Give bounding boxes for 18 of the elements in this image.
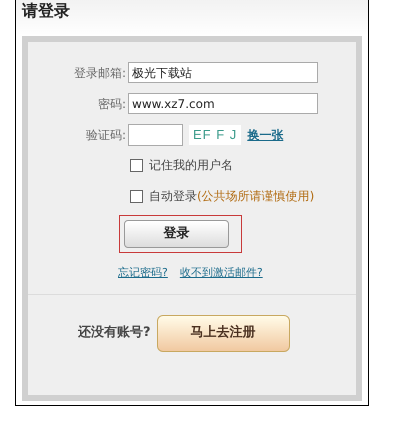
help-link[interactable]: 忘记密码?: [118, 265, 168, 282]
login-button[interactable]: 登录: [124, 220, 229, 248]
checkbox-label: 自动登录(公共场所请谨慎使用): [149, 188, 314, 205]
field-label: 密码:: [96, 96, 127, 112]
captcha-code: EF F J: [189, 125, 242, 145]
refresh-link[interactable]: 换一张: [247, 126, 284, 144]
input-field[interactable]: www.xz7.com: [128, 93, 318, 114]
window-title: 请登录: [22, 2, 70, 20]
field-label: 登录邮箱:: [72, 64, 127, 82]
checkbox-label: 记住我的用户名: [149, 157, 233, 174]
field-label: 验证码:: [84, 127, 127, 144]
register-prompt: 还没有账号?: [78, 324, 151, 342]
checkbox[interactable]: [130, 158, 143, 172]
help-link[interactable]: 收不到激活邮件?: [180, 265, 263, 282]
captcha-field[interactable]: [128, 124, 183, 146]
checkbox[interactable]: [130, 190, 143, 202]
input-field[interactable]: 极光下载站: [128, 62, 318, 83]
register-button[interactable]: 马上去注册: [156, 314, 290, 352]
